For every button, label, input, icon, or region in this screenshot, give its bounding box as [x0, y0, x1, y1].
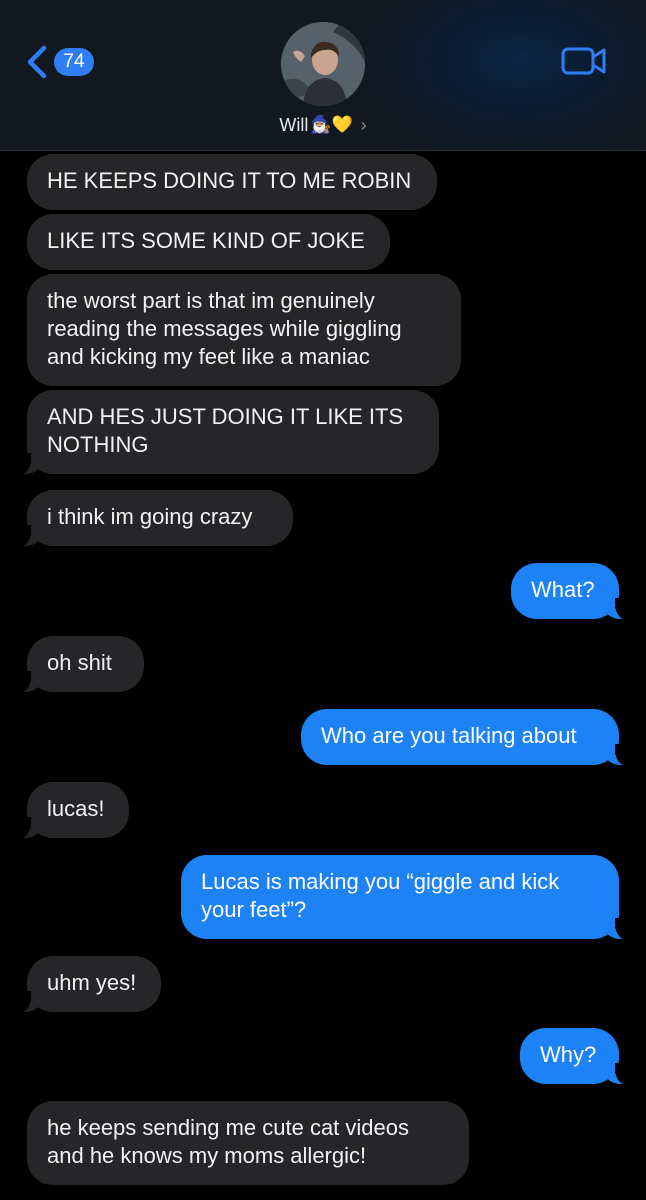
contact-name-button[interactable]: Will 🧙🏽‍♂️💛 ›	[0, 112, 646, 138]
unread-count-badge: 74	[54, 48, 94, 76]
message-text: HE KEEPS DOING IT TO ME ROBIN	[47, 168, 412, 193]
video-call-icon[interactable]	[560, 44, 608, 78]
chevron-left-icon	[27, 45, 47, 79]
contact-avatar[interactable]	[281, 22, 365, 106]
contact-emoji: 🧙🏽‍♂️💛	[310, 115, 353, 134]
message-text: oh shit	[47, 650, 112, 675]
message-text: Lucas is making you “giggle and kick	[201, 869, 560, 894]
message-text: Why?	[540, 1042, 597, 1067]
received-message-bubble[interactable]: oh shit	[15, 636, 144, 693]
sent-message-bubble[interactable]: Who are you talking about	[301, 709, 631, 766]
received-message-bubble[interactable]: HE KEEPS DOING IT TO ME ROBIN	[27, 154, 437, 210]
message-text: your feet”?	[201, 897, 307, 922]
message-text: uhm yes!	[47, 970, 137, 995]
message-text: Who are you talking about	[321, 723, 577, 748]
sent-message-bubble[interactable]: Why?	[520, 1028, 631, 1085]
message-text: he keeps sending me cute cat videos	[47, 1115, 410, 1140]
message-text: AND HES JUST DOING IT LIKE ITS	[47, 404, 404, 429]
conversation-header: 74 Will 🧙🏽‍♂️💛 ›	[0, 0, 646, 151]
sent-message-bubble[interactable]: Lucas is making you “giggle and kick you…	[181, 855, 631, 940]
received-message-bubble[interactable]: lucas!	[15, 782, 129, 839]
received-message-bubble[interactable]: he keeps sending me cute cat videos and …	[27, 1101, 469, 1185]
avatar-photo-icon	[281, 22, 365, 106]
contact-name: Will	[279, 114, 309, 135]
message-text: What?	[531, 577, 595, 602]
message-text: the worst part is that im genuinely	[47, 288, 375, 313]
received-message-bubble[interactable]: uhm yes!	[15, 956, 161, 1013]
message-text: lucas!	[47, 796, 105, 821]
received-message-bubble[interactable]: AND HES JUST DOING IT LIKE ITS NOTHING	[15, 390, 439, 475]
back-button[interactable]: 74	[24, 40, 94, 84]
received-message-bubble[interactable]: LIKE ITS SOME KIND OF JOKE	[27, 214, 390, 270]
message-text: i think im going crazy	[47, 504, 253, 529]
message-text: LIKE ITS SOME KIND OF JOKE	[47, 228, 365, 253]
message-text: reading the messages while giggling	[47, 316, 402, 341]
message-text: and kicking my feet like a maniac	[47, 344, 370, 369]
messages-screen: 74 Will 🧙🏽‍♂️💛 › HE KEEPS DOING IT T	[0, 0, 646, 1200]
message-text: and he knows my moms allergic!	[47, 1143, 367, 1168]
sent-message-bubble[interactable]: What?	[511, 563, 631, 620]
chevron-right-icon: ›	[360, 114, 367, 135]
received-message-bubble[interactable]: i think im going crazy	[15, 490, 293, 547]
received-message-bubble[interactable]: the worst part is that im genuinely read…	[27, 274, 461, 386]
message-text: NOTHING	[47, 432, 149, 457]
